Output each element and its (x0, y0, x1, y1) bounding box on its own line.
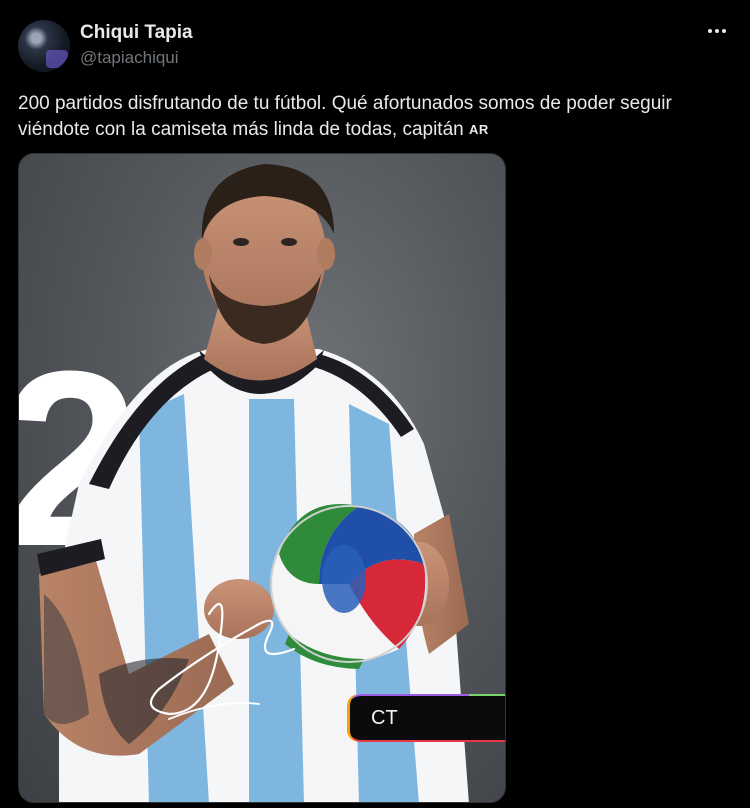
more-dot (708, 29, 712, 33)
flag-emoji-label: AR (469, 122, 489, 137)
author-handle[interactable]: @tapiachiqui (80, 48, 179, 68)
tweet-text: 200 partidos disfrutando de tu fútbol. Q… (18, 91, 732, 143)
ct-badge-text: CT (371, 706, 398, 729)
more-dot (722, 29, 726, 33)
author-name[interactable]: Chiqui Tapia (80, 22, 193, 44)
more-options-icon[interactable] (704, 18, 730, 44)
tweet-header: Chiqui Tapia @tapiachiqui (18, 18, 732, 74)
tweet-media-image[interactable]: 200 (18, 153, 506, 803)
more-dot (715, 29, 719, 33)
ct-badge: CT (347, 694, 505, 742)
tweet-body: 200 partidos disfrutando de tu fútbol. Q… (18, 93, 672, 140)
avatar[interactable] (18, 20, 70, 72)
